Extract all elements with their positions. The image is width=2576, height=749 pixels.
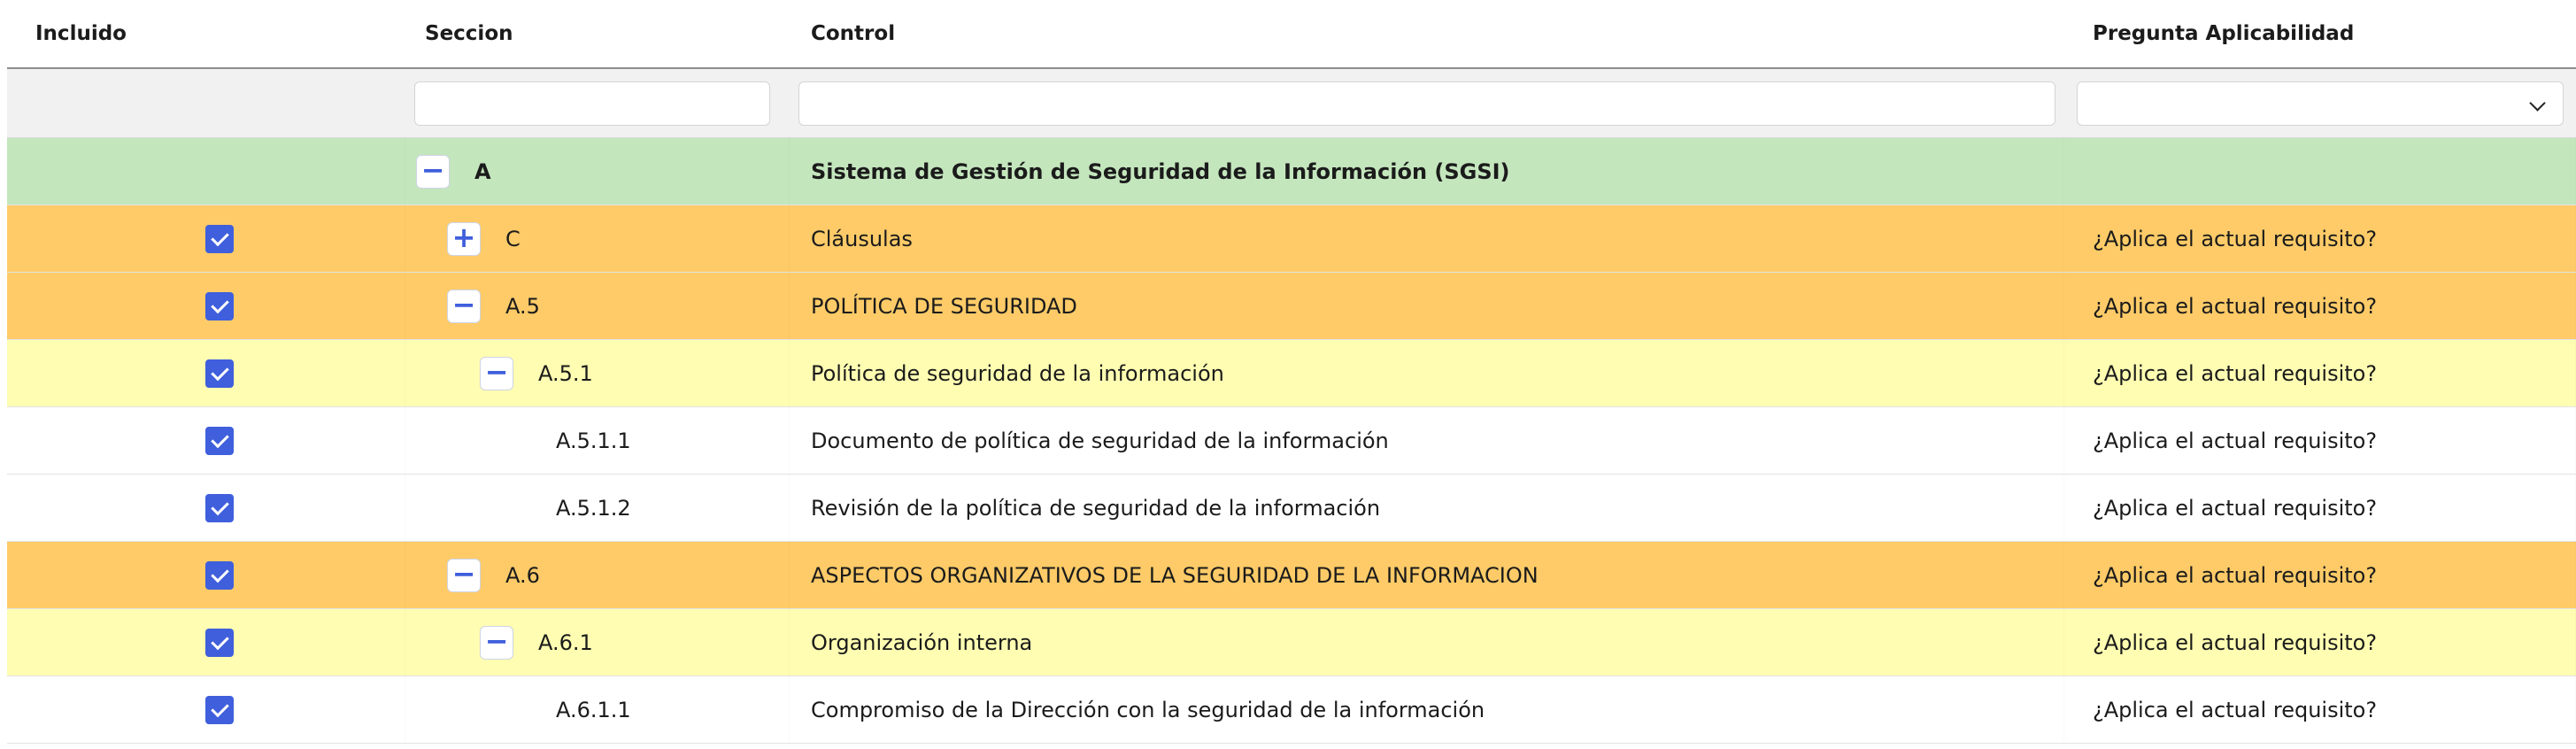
- question-text: ¿Aplica el actual requisito?: [2093, 226, 2378, 251]
- control-text: Revisión de la política de seguridad de …: [811, 495, 1381, 521]
- table-row: − A.6 ASPECTOS ORGANIZATIVOS DE LA SEGUR…: [7, 542, 2576, 609]
- section-code: A.6.1: [538, 629, 593, 655]
- section-cell: − A.6.1: [405, 609, 790, 676]
- section-code: A.5.1.2: [556, 495, 631, 521]
- included-checkbox[interactable]: [204, 628, 234, 657]
- question-text: ¿Aplica el actual requisito?: [2093, 697, 2378, 722]
- table-row: − A.5 POLÍTICA DE SEGURIDAD ¿Aplica el a…: [7, 273, 2576, 340]
- table-row: A.5.1.2 Revisión de la política de segur…: [7, 475, 2576, 542]
- section-code: A.6: [505, 562, 540, 588]
- included-cell: [7, 475, 405, 541]
- control-text: Documento de política de seguridad de la…: [811, 428, 1389, 453]
- collapse-icon[interactable]: −: [447, 558, 481, 592]
- collapse-icon[interactable]: −: [480, 356, 513, 390]
- section-cell: A.5.1.2: [405, 475, 790, 541]
- section-cell: − A.5.1: [405, 340, 790, 406]
- header-included[interactable]: Incluido: [7, 0, 405, 67]
- included-cell: [7, 407, 405, 474]
- question-text: ¿Aplica el actual requisito?: [2093, 293, 2378, 319]
- included-checkbox[interactable]: [204, 493, 234, 522]
- question-text: ¿Aplica el actual requisito?: [2093, 428, 2378, 453]
- header-question[interactable]: Pregunta Aplicabilidad: [2064, 0, 2576, 67]
- table-row: − A.6.1 Organización interna ¿Aplica el …: [7, 609, 2576, 676]
- table-row: − A Sistema de Gestión de Seguridad de l…: [7, 138, 2576, 205]
- control-text: Política de seguridad de la información: [811, 360, 1224, 386]
- control-text: Organización interna: [811, 629, 1033, 655]
- section-cell: − A.5: [405, 273, 790, 339]
- table-row: A.6.1.1 Compromiso de la Dirección con l…: [7, 676, 2576, 744]
- collapse-icon[interactable]: −: [416, 154, 450, 189]
- section-cell: − A: [405, 138, 790, 205]
- section-code: A.5.1: [538, 360, 593, 386]
- question-filter-select[interactable]: [2077, 81, 2564, 126]
- section-code: A.5: [505, 293, 540, 319]
- collapse-icon[interactable]: −: [447, 289, 481, 323]
- control-text: POLÍTICA DE SEGURIDAD: [811, 293, 1077, 319]
- requirements-grid: Incluido Seccion Control Pregunta Aplica…: [7, 0, 2576, 744]
- included-cell: [7, 542, 405, 608]
- included-checkbox[interactable]: [204, 224, 234, 253]
- section-code: A.6.1.1: [556, 697, 631, 722]
- filter-control-cell: [790, 69, 2064, 137]
- question-text: ¿Aplica el actual requisito?: [2093, 562, 2378, 588]
- section-cell: − A.6: [405, 542, 790, 608]
- control-text: ASPECTOS ORGANIZATIVOS DE LA SEGURIDAD D…: [811, 562, 1539, 588]
- header-section[interactable]: Seccion: [405, 0, 790, 67]
- question-text: ¿Aplica el actual requisito?: [2093, 629, 2378, 655]
- included-checkbox[interactable]: [204, 359, 234, 388]
- included-checkbox[interactable]: [204, 695, 234, 724]
- control-filter-input[interactable]: [798, 81, 2055, 126]
- section-cell: A.6.1.1: [405, 676, 790, 743]
- grid-header: Incluido Seccion Control Pregunta Aplica…: [7, 0, 2576, 69]
- filter-row: [7, 69, 2576, 138]
- filter-included-empty: [7, 69, 405, 137]
- section-code: A: [474, 158, 491, 184]
- included-checkbox[interactable]: [204, 426, 234, 455]
- expand-icon[interactable]: +: [447, 221, 481, 256]
- table-row: + C Cláusulas ¿Aplica el actual requisit…: [7, 205, 2576, 273]
- filter-question-cell: [2064, 69, 2576, 137]
- included-checkbox[interactable]: [204, 560, 234, 590]
- filter-section-cell: [405, 69, 790, 137]
- section-filter-input[interactable]: [414, 81, 770, 126]
- control-text: Sistema de Gestión de Seguridad de la In…: [811, 158, 1510, 184]
- included-cell: [7, 609, 405, 676]
- included-cell: [7, 676, 405, 743]
- header-control[interactable]: Control: [790, 0, 2064, 67]
- included-checkbox[interactable]: [204, 291, 234, 320]
- included-cell: [7, 340, 405, 406]
- question-text: [2064, 138, 2576, 205]
- section-cell: + C: [405, 205, 790, 272]
- section-code: C: [505, 226, 521, 251]
- table-row: − A.5.1 Política de seguridad de la info…: [7, 340, 2576, 407]
- table-row: A.5.1.1 Documento de política de segurid…: [7, 407, 2576, 475]
- question-text: ¿Aplica el actual requisito?: [2093, 360, 2378, 386]
- included-cell: [7, 138, 405, 205]
- control-text: Cláusulas: [811, 226, 913, 251]
- section-code: A.5.1.1: [556, 428, 631, 453]
- included-cell: [7, 273, 405, 339]
- included-cell: [7, 205, 405, 272]
- question-text: ¿Aplica el actual requisito?: [2093, 495, 2378, 521]
- control-text: Compromiso de la Dirección con la seguri…: [811, 697, 1485, 722]
- collapse-icon[interactable]: −: [480, 625, 513, 660]
- section-cell: A.5.1.1: [405, 407, 790, 474]
- chevron-down-icon[interactable]: [2529, 94, 2546, 112]
